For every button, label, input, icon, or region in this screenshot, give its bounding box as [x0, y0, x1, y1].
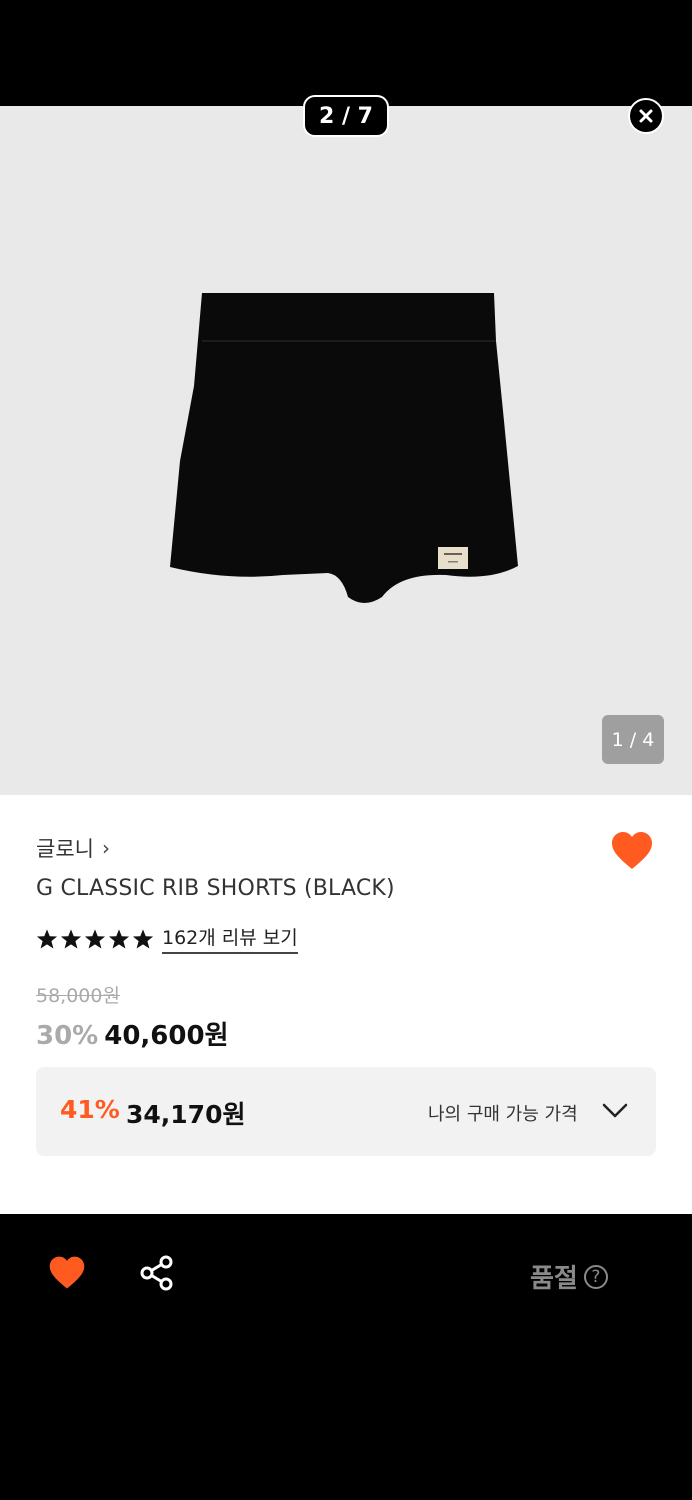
- image-indicator-text: 1 / 4: [611, 728, 655, 751]
- brand-name: 글로니: [36, 837, 94, 861]
- wishlist-heart-icon[interactable]: [610, 831, 654, 871]
- help-icon-glyph: ?: [591, 1266, 601, 1287]
- original-price: 58,000원: [36, 985, 120, 1007]
- chevron-right-icon: ›: [101, 836, 110, 860]
- sale-price-row: 30% 40,600원: [36, 1015, 229, 1052]
- gallery-counter-text: 2 / 7: [319, 103, 373, 129]
- my-price-value: 34,170원: [126, 1100, 246, 1129]
- review-link[interactable]: 162개 리뷰 보기: [162, 923, 298, 954]
- sale-price: 40,600원: [104, 1021, 229, 1051]
- star-icon: [84, 928, 106, 948]
- star-icon: [60, 928, 82, 948]
- product-image-viewer[interactable]: 1 / 4: [0, 106, 692, 795]
- bottom-action-bar: 품절 ?: [0, 1214, 692, 1500]
- my-price-box[interactable]: 41% 34,170원 나의 구매 가능 가격: [36, 1067, 656, 1156]
- help-icon[interactable]: ?: [583, 1264, 608, 1289]
- my-price-percent: 41%: [60, 1095, 120, 1124]
- gallery-counter: 2 / 7: [303, 95, 389, 137]
- rating-row: 162개 리뷰 보기: [36, 923, 298, 954]
- star-icon: [132, 928, 154, 948]
- product-photo: [170, 293, 518, 603]
- chevron-down-icon: [602, 1103, 628, 1118]
- soldout-label: 품절: [530, 1264, 578, 1294]
- product-info-panel: 글로니 › G CLASSIC RIB SHORTS (BLACK) 162개 …: [0, 795, 692, 1214]
- star-icon: [36, 928, 58, 948]
- my-price-label: 나의 구매 가능 가격: [428, 1104, 578, 1125]
- share-icon[interactable]: [139, 1255, 175, 1291]
- close-button[interactable]: [628, 98, 664, 134]
- product-title: G CLASSIC RIB SHORTS (BLACK): [36, 876, 395, 901]
- rating-stars: [36, 928, 154, 950]
- brand-link[interactable]: 글로니 ›: [36, 833, 110, 863]
- close-icon: [639, 109, 653, 123]
- heart-icon[interactable]: [48, 1255, 86, 1291]
- soldout-status: 품절 ?: [530, 1258, 608, 1295]
- image-indicator: 1 / 4: [602, 715, 664, 764]
- star-icon: [108, 928, 130, 948]
- discount-percent: 30%: [36, 1021, 99, 1051]
- top-bar: [0, 0, 692, 106]
